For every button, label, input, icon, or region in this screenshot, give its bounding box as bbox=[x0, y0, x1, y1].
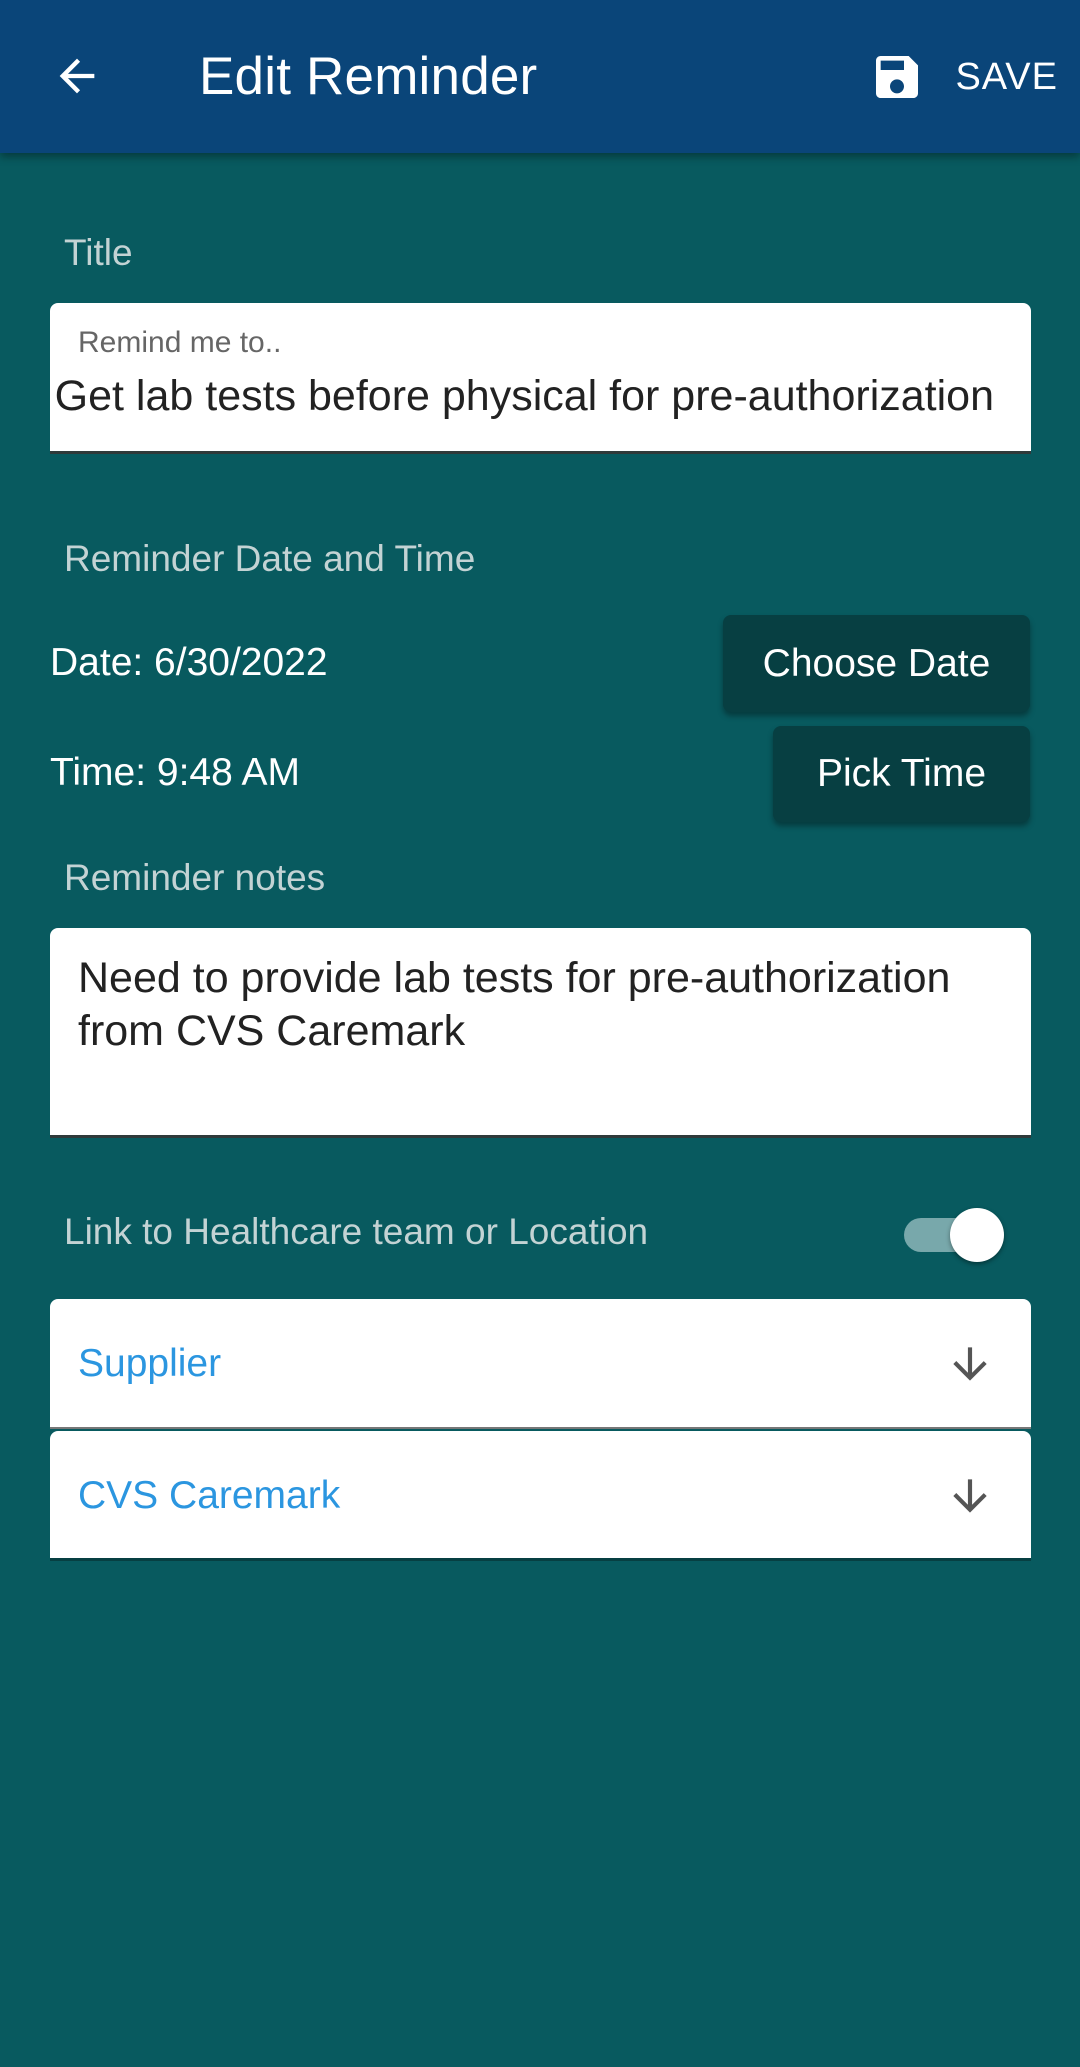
page-title: Edit Reminder bbox=[199, 47, 538, 106]
time-text: Time: 9:48 AM bbox=[50, 751, 300, 794]
save-button[interactable]: SAVE bbox=[869, 42, 1058, 112]
title-section-label: Title bbox=[64, 232, 133, 273]
datetime-section-label: Reminder Date and Time bbox=[64, 538, 476, 579]
link-toggle[interactable] bbox=[904, 1206, 1004, 1262]
notes-field-value: Need to provide lab tests for pre-author… bbox=[78, 954, 951, 1055]
provider-dropdown[interactable]: CVS Caremark bbox=[50, 1431, 1031, 1561]
arrow-down-icon bbox=[945, 1471, 995, 1521]
save-label: SAVE bbox=[955, 56, 1058, 98]
save-icon bbox=[869, 49, 925, 105]
provider-dropdown-value: CVS Caremark bbox=[78, 1474, 341, 1517]
arrow-back-icon bbox=[51, 50, 103, 102]
type-dropdown-value: Supplier bbox=[78, 1342, 222, 1385]
toggle-thumb bbox=[950, 1208, 1004, 1262]
app-bar: Edit Reminder SAVE bbox=[0, 0, 1080, 153]
choose-date-button[interactable]: Choose Date bbox=[723, 615, 1030, 712]
back-button[interactable] bbox=[42, 41, 112, 111]
notes-section-label: Reminder notes bbox=[64, 857, 326, 898]
date-text: Date: 6/30/2022 bbox=[50, 641, 328, 684]
notes-field[interactable]: Need to provide lab tests for pre-author… bbox=[50, 928, 1031, 1138]
arrow-down-icon bbox=[945, 1339, 995, 1389]
title-field-value: Get lab tests before physical for pre-au… bbox=[54, 372, 994, 420]
title-field[interactable]: Remind me to.. Get lab tests before phys… bbox=[50, 303, 1031, 454]
pick-time-button[interactable]: Pick Time bbox=[773, 726, 1030, 822]
link-section-label: Link to Healthcare team or Location bbox=[64, 1211, 649, 1252]
type-dropdown[interactable]: Supplier bbox=[50, 1299, 1031, 1429]
title-field-placeholder: Remind me to.. bbox=[78, 326, 282, 359]
